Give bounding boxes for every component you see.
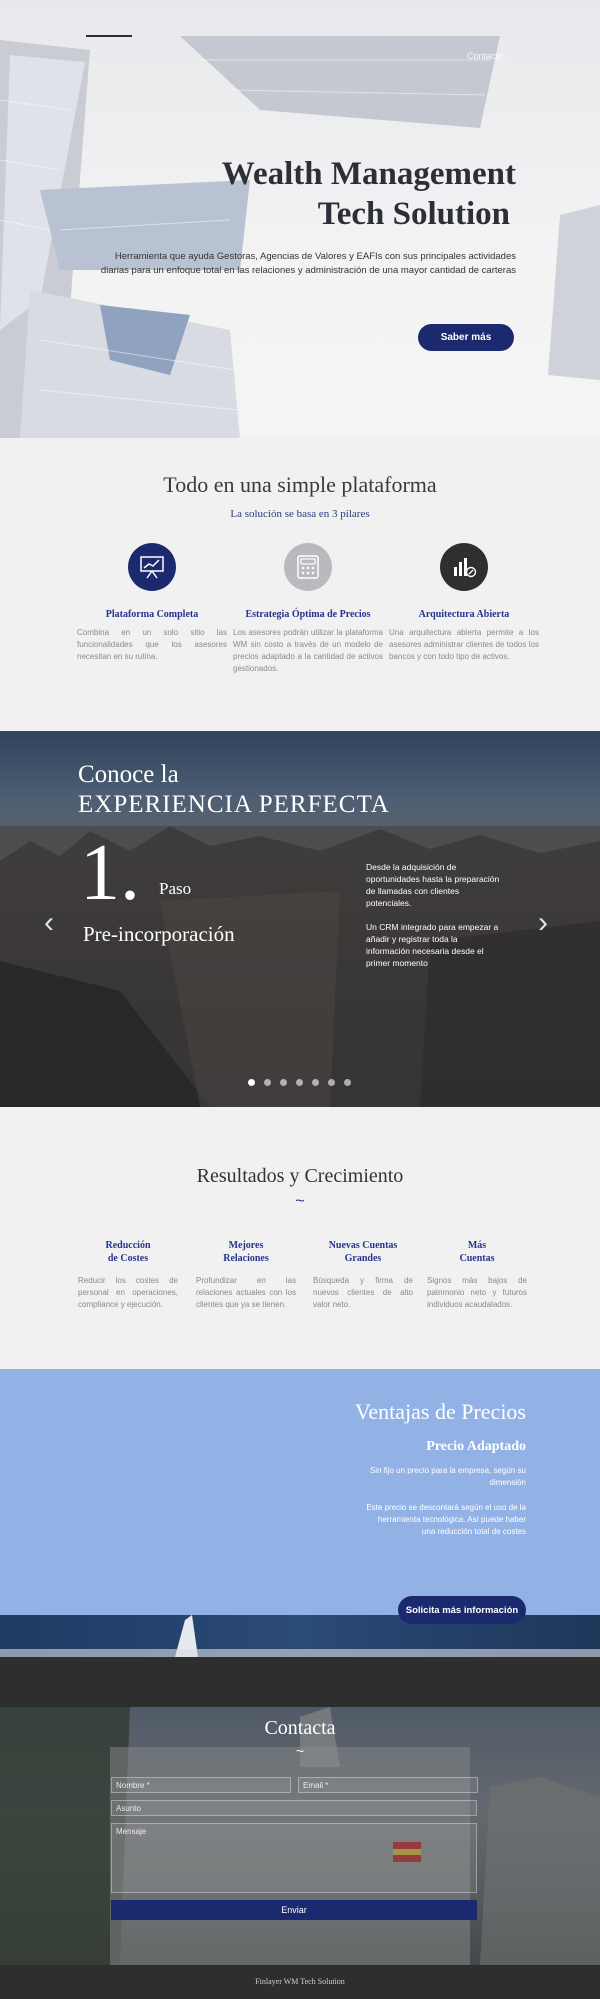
pillar-text: Combina en un solo sitio las funcionalid… [77,628,227,661]
saber-mas-button[interactable]: Saber más [418,324,514,351]
subject-field[interactable]: Asunto [111,1800,477,1816]
pricing-text-p2: Este precio se descontará según el uso d… [366,1503,526,1536]
contact-section: Contacta ~ Nombre * Email * Asunto Mensa… [0,1707,600,1965]
hero-title-line2: Tech Solution [317,196,510,232]
pricing-section: Ventajas de Precios Precio Adaptado Sin … [0,1369,600,1657]
pricing-title: Ventajas de Precios [354,1399,526,1424]
step-description-p1: Desde la adquisición de oportunidades ha… [366,862,500,908]
send-button[interactable]: Enviar [111,1900,477,1920]
hero-title-line1: Wealth Management [221,156,516,192]
carousel-dots [248,1079,351,1086]
footer: Finlayer WM Tech Solution [0,1965,600,1999]
pillar-text: Una arquitectura abierta permite a los a… [389,628,539,661]
result-mas-cuentas: Más Cuentas Signos más bajos de patrimoni… [427,1239,527,1311]
calculator-icon [284,543,332,591]
step-description: Desde la adquisición de oportunidades ha… [366,861,502,969]
contact-tilde: ~ [295,1743,305,1759]
pillar-estrategia-precios: Estrategia Óptima de Precios Los asesore… [233,543,383,675]
platform-subtitle: La solución se basa en 3 pilares [230,508,370,520]
step-description-p2: Un CRM integrado para empezar a añadir y… [366,922,499,968]
name-field[interactable]: Nombre * [111,1777,291,1793]
result-title: Más Cuentas [459,1240,495,1264]
result-text: Profundizar en las relaciones actuales c… [196,1276,296,1309]
carousel-dot[interactable] [328,1079,335,1086]
platform-title: Todo en una simple plataforma [163,472,437,497]
pillar-plataforma-completa: Plataforma Completa Combina en un solo s… [77,543,227,663]
result-nuevas-cuentas: Nuevas Cuentas Grandes Búsqueda y firma d… [313,1239,413,1311]
solicita-info-button[interactable]: Solicita más información [398,1596,526,1624]
carousel-dot[interactable] [248,1079,255,1086]
nav-link-contacto[interactable]: Contacto [467,51,503,61]
experience-heading-line1: Conoce la [78,761,179,788]
platform-section: Todo en una simple plataforma La solució… [0,438,600,731]
results-tilde: ~ [295,1193,305,1210]
pricing-text-p1: Sin fijo un precio para la empresa, segú… [369,1466,526,1487]
chart-growth-icon [440,543,488,591]
carousel-dot[interactable] [296,1079,303,1086]
pillar-text: Los asesores podrán utilizar la platafor… [233,628,383,673]
presentation-chart-icon [128,543,176,591]
carousel-dot[interactable] [264,1079,271,1086]
carousel-dot[interactable] [280,1079,287,1086]
chevron-left-icon[interactable]: ‹ [44,906,54,940]
pillar-title: Plataforma Completa [105,609,199,620]
message-field[interactable]: Mensaje [111,1823,477,1893]
step-word: Paso [159,879,192,898]
pillar-title: Estrategia Óptima de Precios [245,609,371,620]
results-section: Resultados y Crecimiento ~ Reducción de C… [0,1107,600,1369]
experience-carousel: Conoce la EXPERIENCIA PERFECTA 1. Paso P… [0,731,600,1107]
result-text: Búsqueda y firma de nuevos clientes de a… [313,1276,413,1309]
result-title: Nuevas Cuentas Grandes [328,1240,398,1264]
carousel-dot[interactable] [344,1079,351,1086]
result-title: Reducción de Costes [105,1240,151,1264]
carousel-dot[interactable] [312,1079,319,1086]
result-reduccion-costes: Reducción de Costes Reducir los costes de… [78,1239,178,1311]
chevron-right-icon[interactable]: › [538,906,548,940]
hero-title: Wealth Management Tech Solution [222,154,516,234]
pillar-title: Arquitectura Abierta [418,609,510,620]
nav-underline [86,35,132,37]
step-number: 1. [80,829,140,917]
result-title: Mejores Relaciones [223,1240,269,1264]
hero-section: Contacto Wealth Management Tech Solution… [0,0,600,438]
results-title: Resultados y Crecimiento [196,1165,404,1187]
pillar-arquitectura-abierta: Arquitectura Abierta Una arquitectura ab… [389,543,539,663]
result-mejores-relaciones: Mejores Relaciones Profundizar en las rel… [196,1239,296,1311]
hero-subtitle: Herramienta que ayuda Gestoras, Agencias… [100,251,516,276]
experience-heading-line2: EXPERIENCIA PERFECTA [78,791,390,818]
step-title: Pre-incorporación [83,922,235,946]
result-text: Signos más bajos de patrimonio neto y fu… [427,1276,527,1309]
email-field[interactable]: Email * [298,1777,478,1793]
footer-text: Finlayer WM Tech Solution [255,1977,345,1986]
result-text: Reducir los costes de personal en operac… [78,1276,178,1309]
separator-bar [0,1657,600,1707]
pricing-subtitle: Precio Adaptado [426,1439,526,1454]
contact-title: Contacta [264,1717,336,1739]
